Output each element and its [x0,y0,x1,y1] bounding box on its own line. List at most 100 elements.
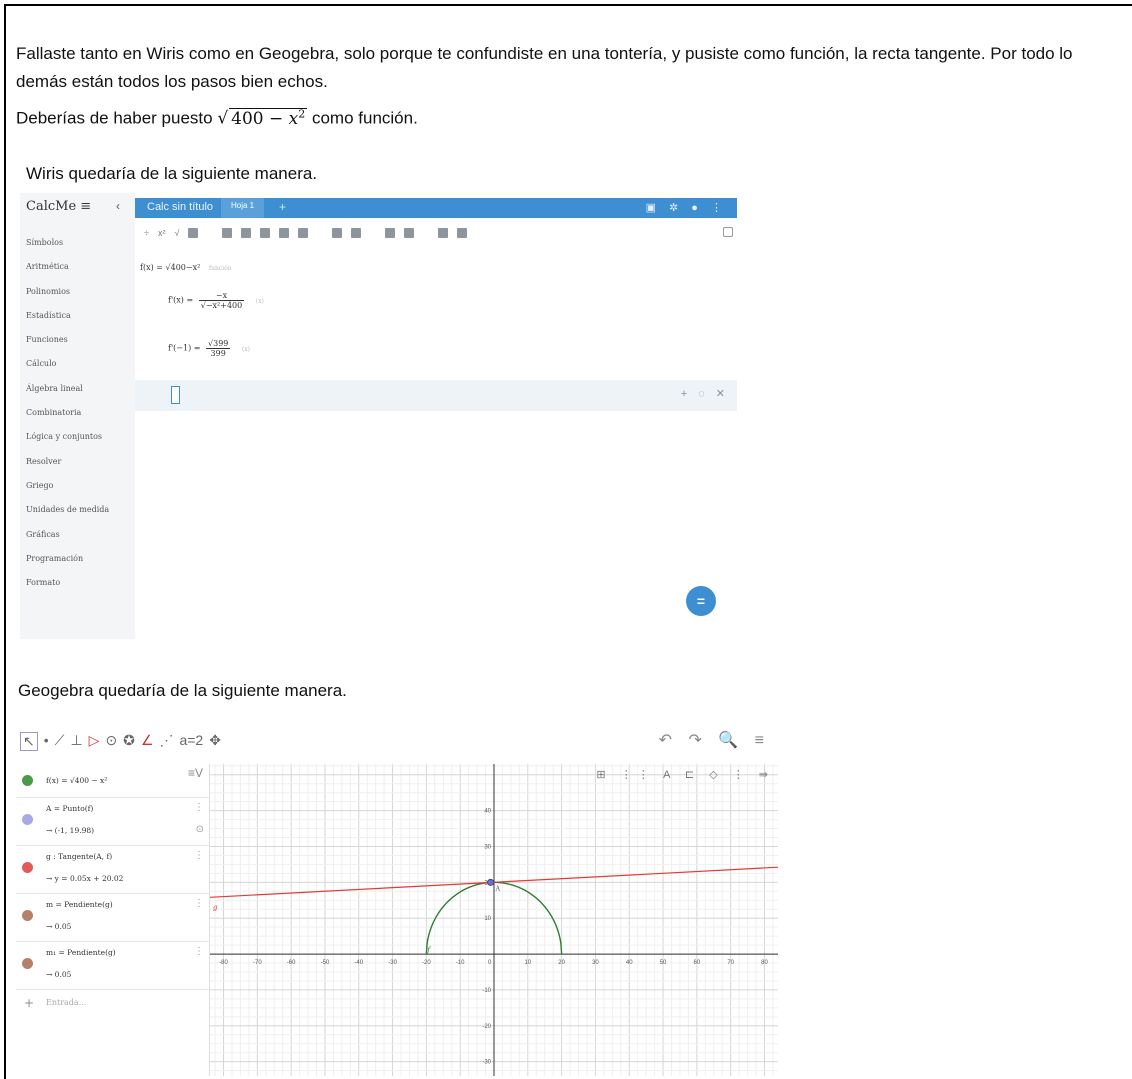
toolbar-icon[interactable] [188,228,199,238]
toolbar-icon[interactable] [332,228,343,238]
graph-canvas[interactable]: -80 -70 -60 -50 -40 -30 -20 -10 0 10 20 30 40 50 60 70 8… [209,764,779,1076]
sidebar-item[interactable]: Funciones [26,334,109,358]
geogebra-tool-icon[interactable]: ↖ [20,732,38,751]
item-menu-icon[interactable]: ⋮ [194,946,204,957]
line-f-hint: función [208,265,232,272]
tab-hoja-1[interactable]: Hoja 1 [221,198,265,218]
geogebra-tool-icon[interactable]: ⊙ [105,732,117,751]
geogebra-tool-icon[interactable]: ⊥ [70,732,82,751]
x-tick-label: -20 [422,960,431,966]
toolbar-icon[interactable] [260,228,271,238]
graphics-style-bar[interactable]: ⊞ ⋮⋮ A ⊏ ◇ ⋮ ⇛ [596,768,774,781]
calcme-logo[interactable]: CalcMe ≡ [26,199,91,214]
sidebar-item[interactable]: Combinatoria [26,407,109,431]
algebra-item[interactable]: A = Punto(f) → (-1, 19.98) ⋮ ⊙ [16,798,210,846]
sidebar-item[interactable]: Gráficas [26,529,109,553]
algebra-value: → 0.05 [46,922,72,931]
toolbar-icon[interactable] [222,228,233,238]
sidebar-item[interactable]: Estadística [26,310,109,334]
calcme-line-f[interactable]: f(x) = √400−x² función [140,263,232,272]
line-fp-hint: (x) [255,297,264,305]
sidebar-item[interactable]: Resolver [26,456,109,480]
y-tick-label: -30 [482,1060,491,1066]
x-tick-label: -70 [253,960,262,966]
calcme-line-derivative-value[interactable]: f'(−1) = √399 399 (x) [168,339,250,358]
geogebra-tool-icon[interactable]: ▷ [89,732,100,751]
calcme-top-icons[interactable]: ▣ ✲ ● ⋮ [646,201,727,214]
x-tick-label: -10 [456,960,465,966]
sidebar-item[interactable]: Símbolos [26,237,109,261]
geogebra-tool-icon[interactable]: ✥ [209,732,221,751]
sidebar-item[interactable]: Aritmética [26,261,109,285]
geogebra-tools: ↖ • ⟋ ⊥ ▷ ⊙ ✪ ∠ ⋰ a=2 ✥ [20,732,221,751]
x-tick-label: -30 [388,960,397,966]
algebra-item[interactable]: m = Pendiente(g) → 0.05 ⋮ [16,894,210,942]
geogebra-toolbar: ↖ • ⟋ ⊥ ▷ ⊙ ✪ ∠ ⋰ a=2 ✥ ↶ ↷ 🔍 ≡ [16,724,778,764]
paragraph-line-1: Fallaste tanto en Wiris como en Geogebra… [16,44,1073,63]
point-label-A: A [495,885,501,892]
calcme-title[interactable]: Calc sin título [147,201,213,213]
x-tick-label: 20 [558,960,565,966]
visibility-toggle-icon[interactable] [22,862,33,873]
line-fpv-hint: (x) [241,345,250,353]
geogebra-tool-icon[interactable]: ✪ [123,732,135,751]
geogebra-tool-icon[interactable]: ∠ [141,732,154,751]
paragraph-line-3: Deberías de haber puesto √ 400 − x2 como … [16,102,418,131]
y-tick-label: -10 [482,988,491,994]
graphics-view[interactable]: -80 -70 -60 -50 -40 -30 -20 -10 0 10 20 30 40 50 60 70 8… [209,764,779,1076]
x-tick-label: -40 [354,960,363,966]
sidebar-item[interactable]: Polinomios [26,286,109,310]
add-tab-icon[interactable]: + [279,200,286,214]
visibility-toggle-icon[interactable] [22,814,33,825]
evaluate-button[interactable]: = [686,586,716,616]
algebra-item[interactable]: g : Tangente(A, f) → y = 0.05x + 20.02 ⋮ [16,846,210,894]
geogebra-tool-icon[interactable]: • [44,732,49,751]
sidebar-item[interactable]: Programación [26,553,109,577]
sidebar-item[interactable]: Formato [26,577,109,601]
sidebar-item[interactable]: Álgebra lineal [26,383,109,407]
geogebra-tool-icon[interactable]: ⟋ [55,732,65,751]
add-input-icon[interactable]: + [24,996,34,1010]
item-menu-icon[interactable]: ⋮ [194,850,204,861]
calcme-line-derivative[interactable]: f'(x) = −x √−x²+400 (x) [168,291,264,310]
sidebar-collapse-icon[interactable]: ‹ [116,199,120,213]
y-tick-label: 30 [484,844,491,850]
calcme-active-input-row[interactable]: + ◌ ✕ [135,380,737,411]
visibility-toggle-icon[interactable] [22,958,33,969]
visibility-toggle-icon[interactable] [22,775,33,786]
toolbar-icon[interactable] [241,228,252,238]
x-tick-label: 40 [626,960,633,966]
fraction-tool-icon[interactable]: ÷ [144,228,149,238]
power-tool-icon[interactable]: x² [158,228,166,238]
special-points-icon[interactable]: ⊙ [196,824,204,835]
geogebra-tool-icon[interactable]: ⋰ [159,732,173,751]
algebra-item[interactable]: f(x) = √400 − x² [16,766,210,798]
toolbar-icon[interactable] [279,228,290,238]
toolbar-icon[interactable] [298,228,309,238]
sidebar-item[interactable]: Griego [26,480,109,504]
wiris-heading: Wiris quedaría de la siguiente manera. [26,164,318,183]
visibility-toggle-icon[interactable] [22,910,33,921]
sidebar-item[interactable]: Unidades de medida [26,504,109,528]
toolbar-icon[interactable] [404,228,415,238]
line-f-lhs: f(x) = [140,263,163,272]
item-menu-icon[interactable]: ⋮ [194,898,204,909]
expand-icon[interactable] [723,227,733,237]
root-tool-icon[interactable]: √ [174,228,179,238]
toolbar-icon[interactable] [385,228,396,238]
toolbar-icon[interactable] [438,228,449,238]
algebra-item[interactable]: m₁ = Pendiente(g) → 0.05 ⋮ [16,942,210,990]
sidebar-item[interactable]: Lógica y conjuntos [26,431,109,455]
geogebra-right-icons[interactable]: ↶ ↷ 🔍 ≡ [659,730,770,750]
item-menu-icon[interactable]: ⋮ [194,802,204,813]
algebra-value: → (-1, 19.98) [46,826,95,835]
geogebra-tool-icon[interactable]: a=2 [179,732,203,751]
x-tick-label: -60 [287,960,296,966]
toolbar-icon[interactable] [457,228,468,238]
algebra-definition: A = Punto(f) [46,804,94,813]
geogebra-window: ↖ • ⟋ ⊥ ▷ ⊙ ✪ ∠ ⋰ a=2 ✥ ↶ ↷ 🔍 ≡ ≡V f(x) = √400 − x… [16,724,779,1076]
row-actions[interactable]: + ◌ ✕ [681,387,729,400]
input-caret[interactable] [171,386,180,404]
sidebar-item[interactable]: Cálculo [26,358,109,382]
toolbar-icon[interactable] [351,228,362,238]
